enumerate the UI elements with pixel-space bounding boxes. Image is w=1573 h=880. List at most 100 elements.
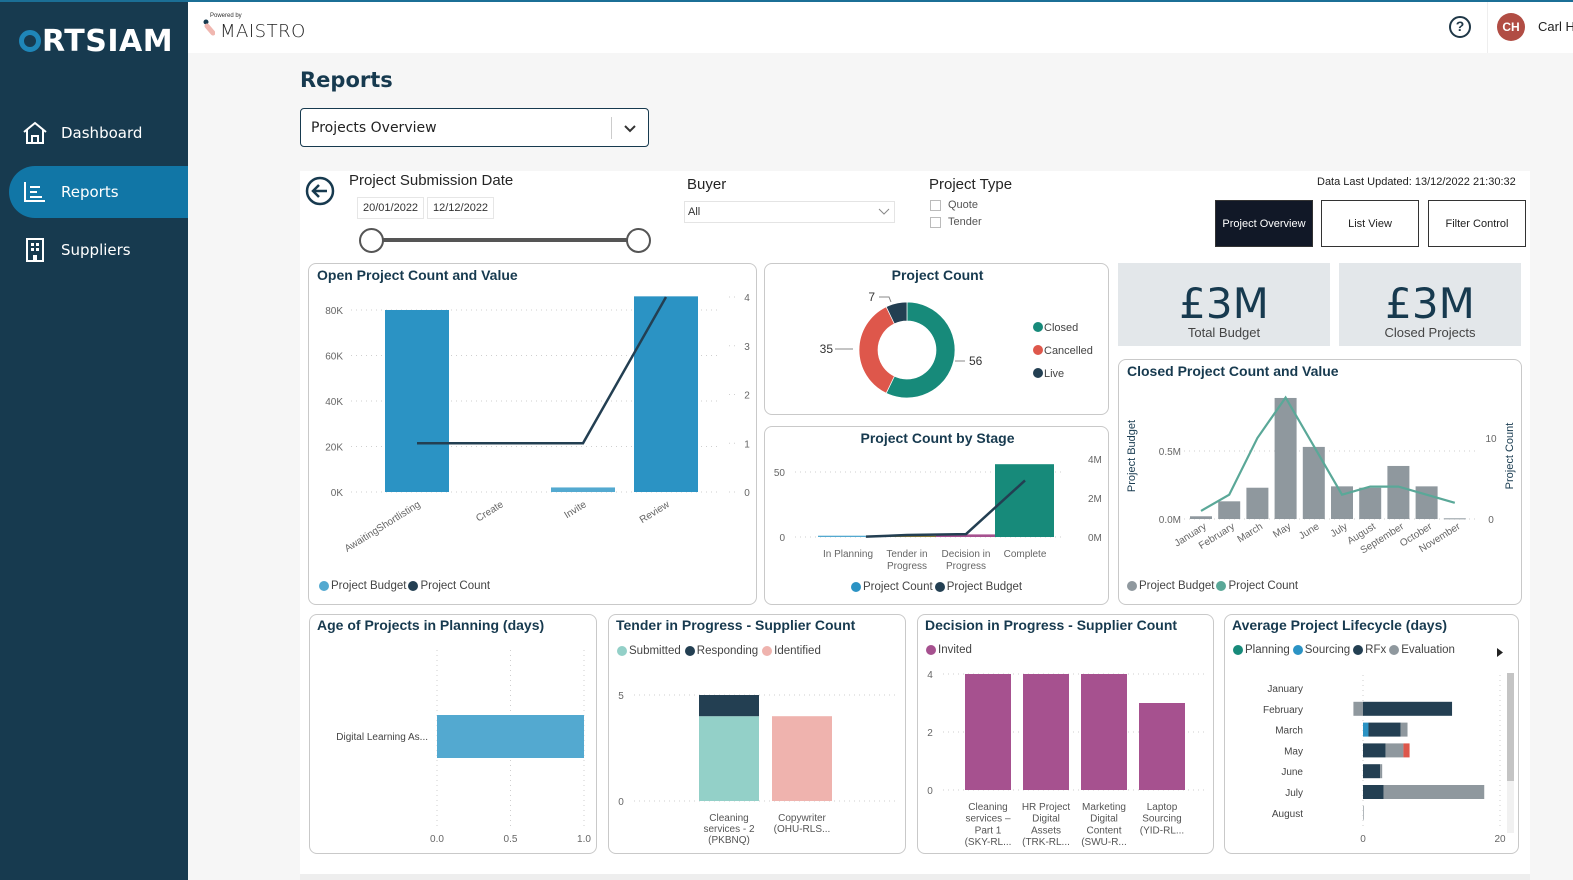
- y-tick-label: May: [1284, 746, 1303, 757]
- y2-tick-label: 10: [1485, 434, 1497, 445]
- legend-label: Project Count: [1228, 580, 1299, 592]
- slider-handle-start[interactable]: [359, 228, 384, 253]
- y-tick-label: 0.5M: [1159, 447, 1181, 458]
- bar-segment: [1363, 805, 1364, 820]
- building-icon: [21, 236, 49, 264]
- tender-checkbox-label: Tender: [948, 216, 982, 228]
- sidebar-item-reports[interactable]: Reports: [9, 166, 188, 218]
- open-project-chart: 0K 20K 40K 60K 80K 0 1 2 3 4 AwaitingShortlisting C…: [325, 293, 750, 555]
- avatar[interactable]: CH: [1497, 13, 1525, 41]
- logo[interactable]: RTSIAM: [19, 24, 173, 59]
- bar: [1081, 674, 1127, 790]
- page-tabs-bar[interactable]: [300, 874, 1530, 880]
- age-planning-chart: 0.0 0.5 1.0 Digital Learning As...: [336, 650, 591, 845]
- y-tick-label: 20K: [325, 443, 343, 454]
- x-tick-label: Content: [1086, 825, 1121, 836]
- sidebar-item-suppliers[interactable]: Suppliers: [9, 224, 188, 276]
- y-tick-label: 2: [927, 728, 933, 739]
- x-tick-label: 1.0: [577, 834, 591, 845]
- y-tick-label: Digital Learning As...: [336, 732, 428, 743]
- bar: [1218, 501, 1241, 519]
- x-tick-label: Decision in: [942, 549, 991, 560]
- last-updated: Data Last Updated: 13/12/2022 21:30:32: [1317, 176, 1516, 188]
- y-tick-label: 0: [618, 797, 624, 808]
- bar-segment: [1363, 701, 1453, 716]
- buyer-select-value: All: [688, 206, 701, 218]
- report-select[interactable]: Projects Overview: [300, 108, 649, 147]
- x-tick-label: (PKBNQ): [708, 835, 750, 846]
- bar-segment: [1363, 785, 1384, 799]
- legend-dot-icon: [1127, 581, 1137, 591]
- slider-handle-end[interactable]: [626, 228, 651, 253]
- legend-dot-icon: [1216, 581, 1227, 591]
- lifecycle-card: Average Project Lifecycle (days) Plannin…: [1224, 614, 1519, 854]
- y-tick-label: 0: [927, 786, 933, 797]
- bar-segment: [1400, 722, 1408, 737]
- closed-project-chart: 0.0M0.5M010Project Budget Project CountJa…: [1126, 395, 1516, 556]
- legend-label: Cancelled: [1044, 345, 1093, 357]
- sidebar-item-label: Suppliers: [61, 241, 131, 259]
- bar-segment: [772, 716, 832, 801]
- sidebar-item-dashboard[interactable]: Dashboard: [9, 107, 188, 159]
- x-tick-label: Progress: [946, 561, 986, 572]
- bar: [1331, 486, 1353, 519]
- sidebar-item-label: Reports: [61, 183, 119, 201]
- x-tick-label: Review: [638, 499, 672, 526]
- project-count-card: Project Count 56 35 7 Closed Cancelled Live: [764, 263, 1109, 415]
- bar-segment: [1363, 743, 1386, 758]
- lifecycle-chart: 0 20 January February March May June July August: [1263, 675, 1506, 845]
- x-tick-label: services –: [965, 814, 1010, 825]
- scrollbar-thumb[interactable]: [1507, 673, 1514, 781]
- submission-date-label: Project Submission Date: [349, 172, 514, 189]
- bar-segment: [699, 695, 759, 717]
- chart-legend: Project Budget Project Count: [1125, 580, 1298, 592]
- date-range-slider[interactable]: [382, 238, 628, 242]
- user-name[interactable]: Carl H: [1538, 19, 1573, 34]
- help-icon[interactable]: ?: [1449, 16, 1471, 38]
- y-tick-label: February: [1263, 705, 1303, 716]
- chevron-down-icon: [624, 125, 636, 133]
- list-view-button[interactable]: List View: [1321, 200, 1419, 247]
- quote-checkbox-label: Quote: [948, 199, 978, 211]
- decision-chart: 0 2 4 Cleaningservices –Part 1(SKY-RL... HR …: [927, 670, 1208, 848]
- bar-segment: [1403, 743, 1410, 758]
- y2-axis-title: Project Count: [1504, 423, 1516, 490]
- decision-card: Decision in Progress - Supplier Count In…: [917, 614, 1214, 854]
- quote-checkbox[interactable]: [930, 200, 941, 211]
- scrollbar[interactable]: [1507, 673, 1514, 833]
- kpi-value: £3M: [1385, 279, 1475, 328]
- legend-label: Project Budget: [331, 580, 407, 592]
- closed-project-card: Closed Project Count and Value 0.0M 0.5M 0…: [1118, 359, 1522, 605]
- project-type-label: Project Type: [929, 176, 1013, 193]
- project-overview-button[interactable]: Project Overview: [1215, 200, 1313, 247]
- x-tick-label: (SKY-RL...: [965, 837, 1012, 848]
- legend-label: Project Budget: [1139, 580, 1215, 592]
- sidebar-item-label: Dashboard: [61, 124, 143, 142]
- data-label: 56: [969, 354, 983, 368]
- tender-checkbox[interactable]: [930, 217, 941, 228]
- x-tick-label: 0: [1360, 834, 1366, 845]
- line-series: [417, 296, 668, 445]
- y2-tick-label: 4: [744, 293, 750, 304]
- buyer-select[interactable]: All: [684, 201, 895, 223]
- y2-tick-label: 0M: [1088, 533, 1102, 544]
- legend-dot-icon: [1033, 345, 1043, 355]
- date-to-input[interactable]: 12/12/2022: [427, 197, 495, 219]
- legend-dot-icon: [851, 582, 861, 592]
- filter-control-button[interactable]: Filter Control: [1428, 200, 1526, 247]
- bar-segment: [1363, 764, 1381, 779]
- x-tick-label: Laptop: [1147, 802, 1178, 813]
- legend-dot-icon: [934, 582, 945, 592]
- bar: [1443, 518, 1466, 520]
- kpi-label: Total Budget: [1187, 325, 1261, 340]
- x-tick-label: services - 2: [703, 824, 755, 835]
- x-tick-label: Cleaning: [968, 802, 1007, 813]
- stage-card: Project Count by Stage 0 50 0M 2M 4M In Plann…: [764, 426, 1109, 605]
- date-from-input[interactable]: 20/01/2022: [357, 197, 425, 219]
- bar: [1415, 486, 1438, 519]
- buyer-label: Buyer: [687, 176, 727, 193]
- chart-icon: [21, 178, 49, 206]
- x-tick-label: Assets: [1031, 825, 1061, 836]
- back-arrow-icon[interactable]: [305, 176, 335, 206]
- y-tick-label: 5: [618, 691, 624, 702]
